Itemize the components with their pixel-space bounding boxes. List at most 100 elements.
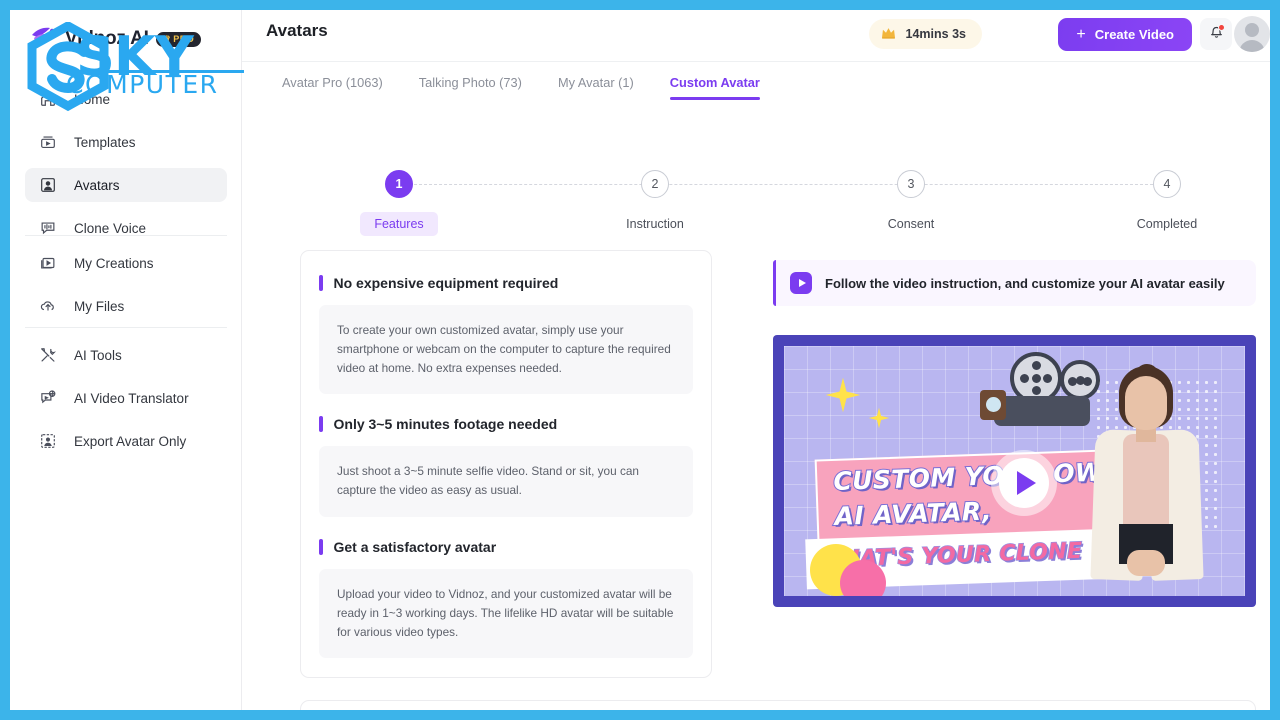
feature-title: No expensive equipment required (333, 275, 559, 291)
sidebar-item-label: AI Tools (74, 347, 122, 363)
brand-name: Vidnoz AI (65, 28, 149, 49)
notifications-button[interactable] (1200, 18, 1232, 50)
tab-label: My Avatar (1) (557, 74, 634, 90)
step-number: 4 (1153, 170, 1181, 198)
next-section-card (300, 700, 1256, 710)
plus-icon: + (1076, 25, 1086, 43)
tab-talking-photo[interactable]: Talking Photo (73) (401, 62, 540, 102)
step-consent[interactable]: 3 Consent (841, 152, 981, 236)
sidebar-divider-1 (25, 235, 227, 236)
tab-label: Custom Avatar (669, 74, 760, 90)
credits-value: 14mins 3s (905, 27, 966, 41)
crown-icon (881, 27, 896, 41)
tab-avatar-pro[interactable]: Avatar Pro (1063) (264, 62, 401, 102)
feature-body: Just shoot a 3~5 minute selfie video. St… (319, 446, 693, 517)
step-label: Instruction (626, 217, 684, 231)
sidebar-item-label: AI Video Translator (74, 390, 189, 406)
credits-badge[interactable]: 14mins 3s (868, 19, 982, 49)
user-avatar[interactable] (1234, 16, 1270, 52)
sidebar-secondary-group: My Creations My Files (10, 246, 242, 332)
brand-badge-label: PRO (173, 34, 195, 44)
sidebar-item-avatars[interactable]: Avatars (25, 168, 227, 202)
feature-title-row: No expensive equipment required (319, 275, 693, 291)
brand-logo[interactable]: Vidnoz AI ♛ PRO (30, 18, 202, 60)
vidnoz-bird-logo-icon (30, 26, 60, 52)
sidebar-item-label: Templates (74, 134, 136, 150)
sidebar-divider-2 (25, 327, 227, 328)
step-label: Completed (1136, 217, 1198, 231)
brand-pro-badge: ♛ PRO (155, 31, 202, 47)
headline-line-2: AI AVATAR, (833, 495, 993, 531)
sidebar-item-templates[interactable]: Templates (25, 125, 227, 159)
sidebar: Vidnoz AI ♛ PRO Home Templates Avatars C… (10, 10, 242, 710)
step-features[interactable]: 1 Features (329, 152, 469, 236)
step-instruction[interactable]: 2 Instruction (585, 152, 725, 236)
feature-item: Only 3~5 minutes footage needed Just sho… (301, 416, 711, 517)
page-title: Avatars (266, 21, 328, 40)
tab-label: Avatar Pro (1063) (282, 74, 383, 90)
sidebar-item-ai-video-translator[interactable]: AI Video Translator (25, 381, 227, 415)
accent-bar (319, 275, 323, 291)
sidebar-item-label: Export Avatar Only (74, 433, 187, 449)
avatar-tabs: Avatar Pro (1063) Talking Photo (73) My … (242, 62, 1270, 110)
sidebar-item-label: Home (74, 91, 111, 107)
feature-body: Upload your video to Vidnoz, and your cu… (319, 568, 693, 658)
tools-icon (38, 345, 58, 365)
feature-body: To create your own customized avatar, si… (319, 305, 693, 395)
creations-play-icon (38, 253, 58, 273)
user-avatar-icon (1245, 23, 1259, 37)
user-avatar-body (1239, 40, 1265, 52)
app-window: Vidnoz AI ♛ PRO Home Templates Avatars C… (10, 10, 1270, 710)
sidebar-primary-group: Home Templates Avatars Clone Voice (10, 82, 242, 254)
sidebar-item-ai-tools[interactable]: AI Tools (25, 338, 227, 372)
sidebar-item-label: Avatars (74, 177, 120, 193)
sparkle-icon (826, 378, 860, 412)
tab-label: Talking Photo (73) (418, 74, 522, 90)
step-label: Consent (887, 217, 935, 231)
accent-bar (319, 538, 323, 555)
features-card: No expensive equipment required To creat… (300, 250, 712, 678)
step-label: Features (360, 212, 438, 236)
create-video-button[interactable]: + Create Video (1058, 18, 1192, 51)
export-avatar-icon (38, 431, 58, 451)
feature-title: Only 3~5 minutes footage needed (333, 416, 558, 433)
video-play-icon (790, 272, 812, 294)
sidebar-item-label: My Creations (74, 255, 154, 271)
progress-stepper: 1 Features 2 Instruction 3 Consent 4 Com… (242, 152, 1270, 248)
feature-title: Get a satisfactory avatar (333, 538, 497, 555)
play-triangle-icon (999, 458, 1049, 508)
feature-title-row: Only 3~5 minutes footage needed (319, 416, 693, 433)
video-instruction-banner: Follow the video instruction, and custom… (773, 260, 1256, 306)
sidebar-item-home[interactable]: Home (25, 82, 227, 116)
banner-text: Follow the video instruction, and custom… (825, 275, 1225, 291)
step-number: 2 (641, 170, 669, 198)
video-thumbnail-artwork: CUSTOM YOUR OWN AI AVATAR, THAT'S YOUR C… (784, 346, 1245, 596)
step-number: 3 (897, 170, 925, 198)
sidebar-item-label: My Files (74, 298, 125, 314)
sidebar-item-clone-voice[interactable]: Clone Voice (25, 211, 227, 245)
sidebar-item-export-avatar-only[interactable]: Export Avatar Only (25, 424, 227, 458)
sidebar-item-my-creations[interactable]: My Creations (25, 246, 227, 280)
accent-bar (319, 416, 323, 433)
step-number: 1 (385, 170, 413, 198)
sidebar-item-my-files[interactable]: My Files (25, 289, 227, 323)
home-icon (38, 89, 58, 109)
instruction-video-thumbnail[interactable]: CUSTOM YOUR OWN AI AVATAR, THAT'S YOUR C… (773, 335, 1256, 607)
sparkle-icon (869, 408, 889, 428)
step-completed[interactable]: 4 Completed (1097, 152, 1237, 236)
feature-title-row: Get a satisfactory avatar (319, 538, 693, 555)
templates-icon (38, 132, 58, 152)
crown-icon: ♛ (162, 33, 172, 44)
presenter-avatar-image (1079, 364, 1211, 596)
feature-item: Get a satisfactory avatar Upload your vi… (301, 538, 711, 658)
tab-my-avatar[interactable]: My Avatar (1) (540, 62, 652, 102)
stepper-track (399, 184, 1158, 185)
sidebar-item-label: Clone Voice (74, 220, 147, 236)
feature-item: No expensive equipment required To creat… (301, 275, 711, 395)
tab-custom-avatar[interactable]: Custom Avatar (652, 62, 778, 102)
create-video-label: Create Video (1094, 27, 1174, 42)
translate-video-icon (38, 388, 58, 408)
play-button[interactable] (991, 450, 1057, 516)
cloud-upload-icon (38, 296, 58, 316)
sidebar-tertiary-group: AI Tools AI Video Translator Export Avat… (10, 338, 242, 467)
